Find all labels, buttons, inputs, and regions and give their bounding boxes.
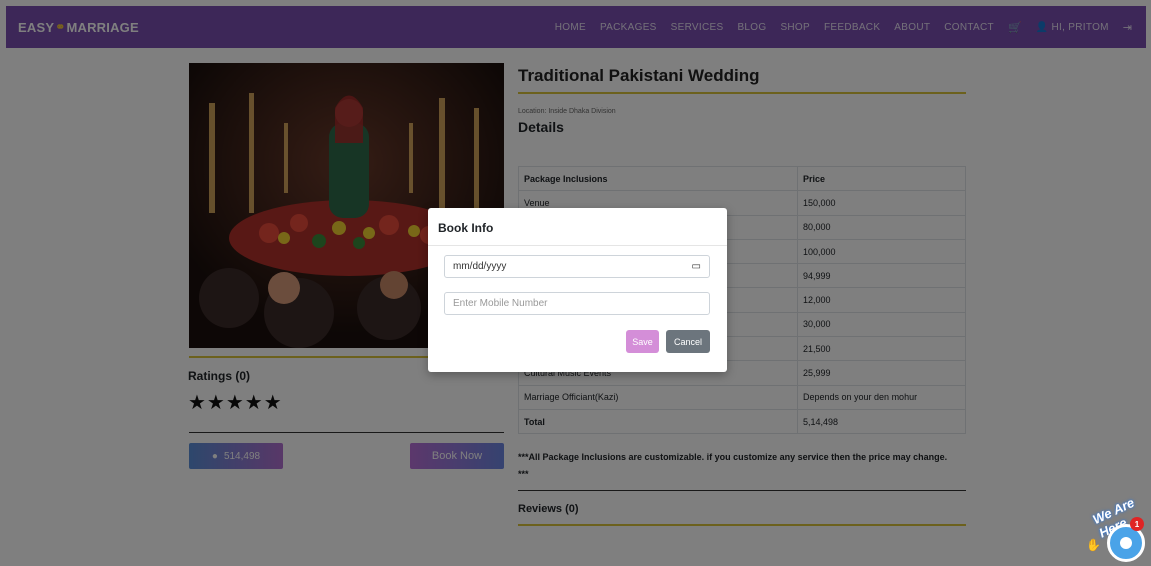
notification-badge: 1 xyxy=(1130,517,1144,531)
mobile-number-input[interactable]: Enter Mobile Number xyxy=(444,292,710,315)
save-button[interactable]: Save xyxy=(626,330,659,353)
book-info-modal: Book Info mm/dd/yyyy ▭ Enter Mobile Numb… xyxy=(428,208,727,372)
date-input[interactable]: mm/dd/yyyy ▭ xyxy=(444,255,710,278)
date-value: mm/dd/yyyy xyxy=(453,261,507,272)
calendar-icon[interactable]: ▭ xyxy=(692,261,701,272)
wave-hand-icon: ✋ xyxy=(1086,538,1101,552)
cancel-button[interactable]: Cancel xyxy=(666,330,710,353)
modal-divider xyxy=(428,245,727,246)
modal-title: Book Info xyxy=(438,221,494,235)
